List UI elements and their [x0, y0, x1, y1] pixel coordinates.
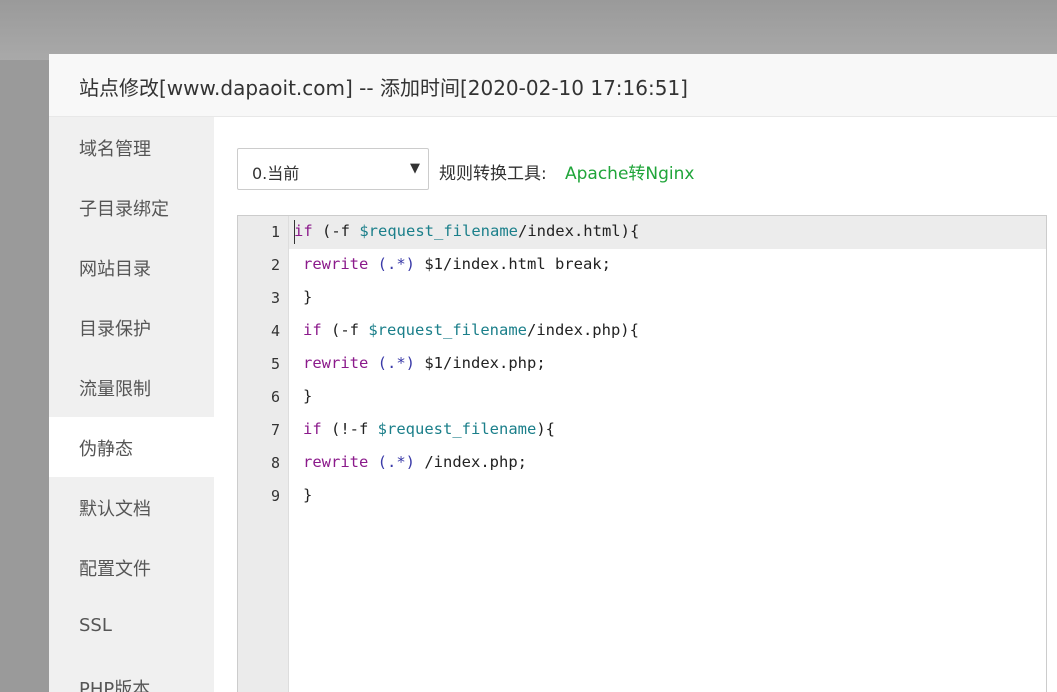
- rewrite-panel: 0.当前 ▼ 规则转换工具: Apache转Nginx 1 2 3 4 5 6 …: [214, 117, 1057, 692]
- site-edit-dialog: 站点修改[www.dapaoit.com] -- 添加时间[2020-02-10…: [49, 54, 1057, 692]
- sidebar-item-label: 网站目录: [79, 259, 151, 280]
- sidebar-item-site-dir[interactable]: 网站目录: [49, 237, 214, 297]
- convert-tool-label: 规则转换工具:: [439, 164, 547, 184]
- code-line: rewrite (.*) $1/index.php;: [303, 354, 546, 372]
- sidebar-item-label: 流量限制: [79, 379, 151, 400]
- line-number: 8: [270, 454, 280, 472]
- sidebar-item-label: 域名管理: [79, 139, 151, 160]
- dialog-title-bar: 站点修改[www.dapaoit.com] -- 添加时间[2020-02-10…: [49, 54, 1057, 117]
- sidebar-item-label: 默认文档: [79, 499, 151, 520]
- sidebar-item-rewrite[interactable]: 伪静态: [49, 417, 214, 477]
- sidebar-item-dir-protect[interactable]: 目录保护: [49, 297, 214, 357]
- rewrite-code-editor[interactable]: 1 2 3 4 5 6 7 8 9 if (-f $request_filena…: [237, 215, 1047, 692]
- line-number: 5: [270, 355, 280, 373]
- sidebar-item-domain[interactable]: 域名管理: [49, 117, 214, 177]
- code-line: }: [303, 288, 313, 306]
- apache-to-nginx-link[interactable]: Apache转Nginx: [565, 159, 694, 184]
- sidebar-item-config-file[interactable]: 配置文件: [49, 537, 214, 597]
- line-number: 7: [270, 421, 280, 439]
- code-line: }: [303, 387, 313, 405]
- sidebar-item-php-version[interactable]: PHP版本: [49, 657, 214, 692]
- sidebar-item-ssl[interactable]: SSL: [49, 597, 214, 657]
- sidebar-item-default-doc[interactable]: 默认文档: [49, 477, 214, 537]
- sidebar-item-subdir-binding[interactable]: 子目录绑定: [49, 177, 214, 237]
- backdrop-overlay: [0, 0, 1057, 60]
- code-line: if (!-f $request_filename){: [303, 420, 555, 438]
- sidebar-item-label: 配置文件: [79, 559, 151, 580]
- dialog-title: 站点修改[www.dapaoit.com] -- 添加时间[2020-02-10…: [79, 76, 688, 100]
- line-number: 9: [270, 487, 280, 505]
- code-line: }: [303, 486, 313, 504]
- line-number: 3: [270, 289, 280, 307]
- line-number: 6: [270, 388, 280, 406]
- line-number: 4: [270, 322, 280, 340]
- code-line: if (-f $request_filename/index.php){: [303, 321, 639, 339]
- sidebar-item-label: 伪静态: [79, 439, 133, 460]
- line-number: 2: [270, 256, 280, 274]
- sidebar-item-label: PHP版本: [79, 679, 151, 692]
- select-value: 0.当前: [252, 164, 300, 183]
- code-line: if (-f $request_filename/index.html){: [294, 222, 640, 240]
- code-line: rewrite (.*) $1/index.html break;: [303, 255, 611, 273]
- code-line: rewrite (.*) /index.php;: [303, 453, 527, 471]
- sidebar-item-traffic-limit[interactable]: 流量限制: [49, 357, 214, 417]
- line-number: 1: [270, 223, 280, 241]
- rewrite-template-select[interactable]: 0.当前 ▼: [237, 148, 429, 190]
- sidebar-item-label: 子目录绑定: [79, 199, 169, 220]
- sidebar-item-label: SSL: [79, 615, 112, 636]
- settings-sidebar: 域名管理 子目录绑定 网站目录 目录保护 流量限制 伪静态 默认文档 配置文件 …: [49, 117, 214, 692]
- dropdown-arrow-icon: ▼: [410, 161, 420, 176]
- line-number-gutter: 1 2 3 4 5 6 7 8 9: [238, 216, 289, 692]
- sidebar-item-label: 目录保护: [79, 319, 151, 340]
